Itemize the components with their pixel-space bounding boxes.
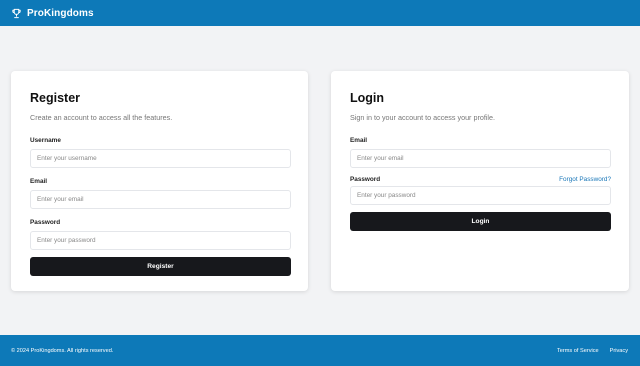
register-password-group: Password	[30, 219, 291, 250]
login-email-input[interactable]	[350, 149, 611, 168]
login-password-group: Password Forgot Password?	[350, 176, 611, 205]
username-input[interactable]	[30, 149, 291, 168]
register-email-input[interactable]	[30, 190, 291, 209]
register-card: Register Create an account to access all…	[11, 71, 308, 291]
login-title: Login	[350, 91, 385, 105]
username-group: Username	[30, 137, 291, 168]
register-button[interactable]: Register	[30, 257, 291, 276]
login-password-label: Password	[350, 176, 381, 183]
forgot-password-link[interactable]: Forgot Password?	[559, 176, 611, 184]
register-email-group: Email	[30, 178, 291, 209]
register-email-label: Email	[30, 178, 48, 185]
footer-links: Terms of Service Privacy	[557, 348, 628, 354]
login-email-group: Email	[350, 137, 611, 168]
footer-copyright: © 2024 ProKingdoms. All rights reserved.	[11, 347, 114, 354]
register-title: Register	[30, 91, 81, 105]
terms-of-service-link[interactable]: Terms of Service	[557, 348, 599, 354]
register-password-label: Password	[30, 219, 61, 226]
login-email-label: Email	[350, 137, 368, 144]
login-subtitle: Sign in to your account to access your p…	[350, 113, 496, 122]
username-label: Username	[30, 137, 61, 144]
footer: © 2024 ProKingdoms. All rights reserved.…	[0, 335, 640, 366]
register-subtitle: Create an account to access all the feat…	[30, 113, 173, 122]
trophy-icon	[12, 8, 21, 18]
brand-name: ProKingdoms	[27, 7, 94, 19]
top-navbar: ProKingdoms	[0, 0, 640, 26]
login-button[interactable]: Login	[350, 212, 611, 231]
brand[interactable]: ProKingdoms	[11, 8, 94, 19]
login-password-input[interactable]	[350, 186, 611, 205]
privacy-link[interactable]: Privacy	[610, 348, 628, 354]
login-password-label-row: Password Forgot Password?	[350, 176, 611, 184]
login-card: Login Sign in to your account to access …	[331, 71, 629, 291]
register-password-input[interactable]	[30, 231, 291, 250]
